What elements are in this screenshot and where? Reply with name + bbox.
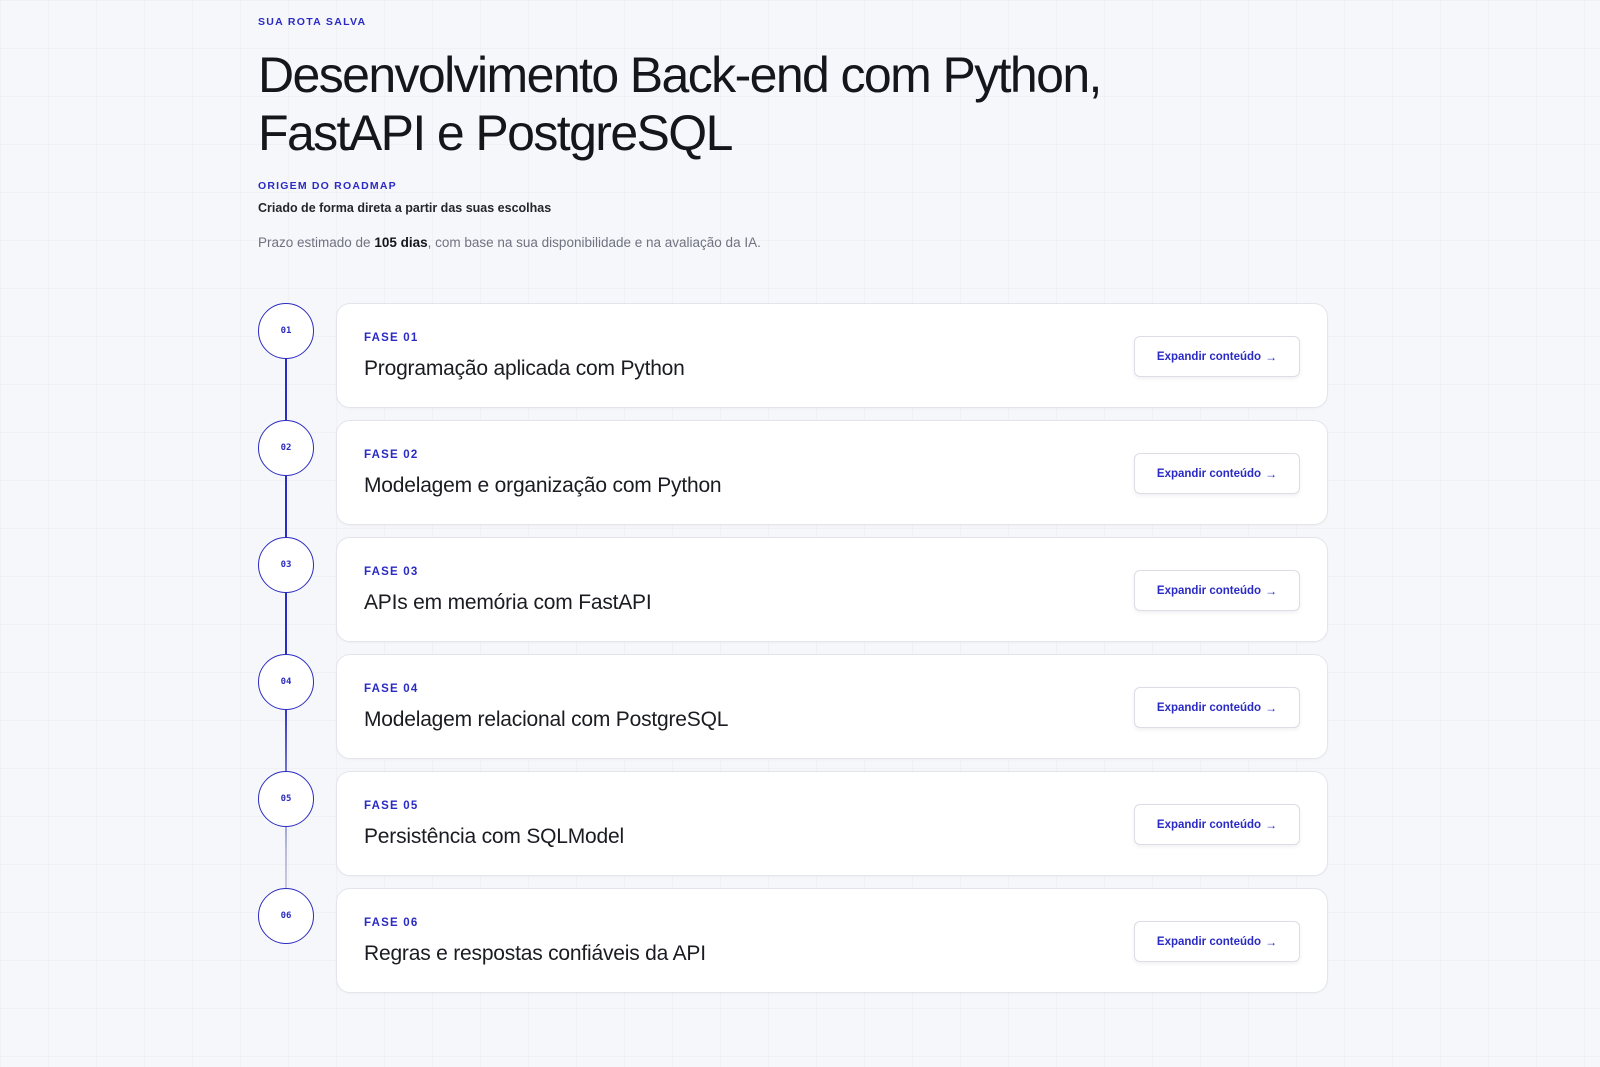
- expand-content-button[interactable]: Expandir conteúdo →: [1134, 453, 1300, 494]
- phase-node: 04: [258, 654, 314, 710]
- deadline-suffix: , com base na sua disponibilidade e na a…: [427, 235, 761, 250]
- deadline-prefix: Prazo estimado de: [258, 235, 375, 250]
- phase-step: 06 FASE 06 Regras e respostas confiáveis…: [258, 888, 1328, 993]
- phase-label: FASE 04: [364, 683, 419, 695]
- arrow-right-icon: →: [1265, 934, 1278, 949]
- phase-card: FASE 05 Persistência com SQLModel Expand…: [336, 771, 1328, 876]
- phase-step: 04 FASE 04 Modelagem relacional com Post…: [258, 654, 1328, 759]
- expand-content-button[interactable]: Expandir conteúdo →: [1134, 921, 1300, 962]
- page-title: Desenvolvimento Back-end com Python, Fas…: [258, 47, 1102, 161]
- expand-content-button[interactable]: Expandir conteúdo →: [1134, 570, 1300, 611]
- phase-label: FASE 03: [364, 566, 419, 578]
- expand-content-button[interactable]: Expandir conteúdo →: [1134, 804, 1300, 845]
- deadline-value: 105 dias: [374, 235, 428, 250]
- phase-step: 05 FASE 05 Persistência com SQLModel Exp…: [258, 771, 1328, 876]
- phase-node: 05: [258, 771, 314, 827]
- phase-title: Modelagem e organização com Python: [364, 474, 722, 497]
- arrow-right-icon: →: [1265, 700, 1278, 715]
- phase-label: FASE 06: [364, 917, 419, 929]
- eyebrow-label: SUA ROTA SALVA: [258, 16, 367, 28]
- phase-node: 02: [258, 420, 314, 476]
- arrow-right-icon: →: [1265, 349, 1278, 364]
- phase-node: 01: [258, 303, 314, 359]
- expand-button-label: Expandir conteúdo: [1156, 818, 1262, 831]
- phase-title: Regras e respostas confiáveis da API: [364, 942, 706, 965]
- phase-title: Persistência com SQLModel: [364, 825, 624, 848]
- phase-card: FASE 01 Programação aplicada com Python …: [336, 303, 1328, 408]
- phase-card: FASE 04 Modelagem relacional com Postgre…: [336, 654, 1328, 759]
- expand-button-label: Expandir conteúdo: [1156, 584, 1262, 597]
- phase-label: FASE 01: [364, 332, 419, 344]
- phase-title: Programação aplicada com Python: [364, 357, 685, 380]
- expand-content-button[interactable]: Expandir conteúdo →: [1134, 336, 1300, 377]
- phase-card: FASE 03 APIs em memória com FastAPI Expa…: [336, 537, 1328, 642]
- phase-step: 01 FASE 01 Programação aplicada com Pyth…: [258, 303, 1328, 408]
- expand-button-label: Expandir conteúdo: [1156, 467, 1262, 480]
- phase-step: 03 FASE 03 APIs em memória com FastAPI E…: [258, 537, 1328, 642]
- phase-label: FASE 05: [364, 800, 419, 812]
- arrow-right-icon: →: [1265, 466, 1278, 481]
- arrow-right-icon: →: [1265, 583, 1278, 598]
- expand-button-label: Expandir conteúdo: [1156, 935, 1262, 948]
- phase-card: FASE 02 Modelagem e organização com Pyth…: [336, 420, 1328, 525]
- phase-label: FASE 02: [364, 449, 419, 461]
- phase-card: FASE 06 Regras e respostas confiáveis da…: [336, 888, 1328, 993]
- phase-title: APIs em memória com FastAPI: [364, 591, 652, 614]
- phase-node: 03: [258, 537, 314, 593]
- phase-node: 06: [258, 888, 314, 944]
- phase-title: Modelagem relacional com PostgreSQL: [364, 708, 729, 731]
- phase-step: 02 FASE 02 Modelagem e organização com P…: [258, 420, 1328, 525]
- expand-button-label: Expandir conteúdo: [1156, 701, 1262, 714]
- origin-description: Criado de forma direta a partir das suas…: [258, 201, 552, 215]
- deadline-text: Prazo estimado de 105 dias, com base na …: [258, 235, 761, 250]
- expand-content-button[interactable]: Expandir conteúdo →: [1134, 687, 1300, 728]
- arrow-right-icon: →: [1265, 817, 1278, 832]
- origin-label: ORIGEM DO ROADMAP: [258, 180, 397, 192]
- expand-button-label: Expandir conteúdo: [1156, 350, 1262, 363]
